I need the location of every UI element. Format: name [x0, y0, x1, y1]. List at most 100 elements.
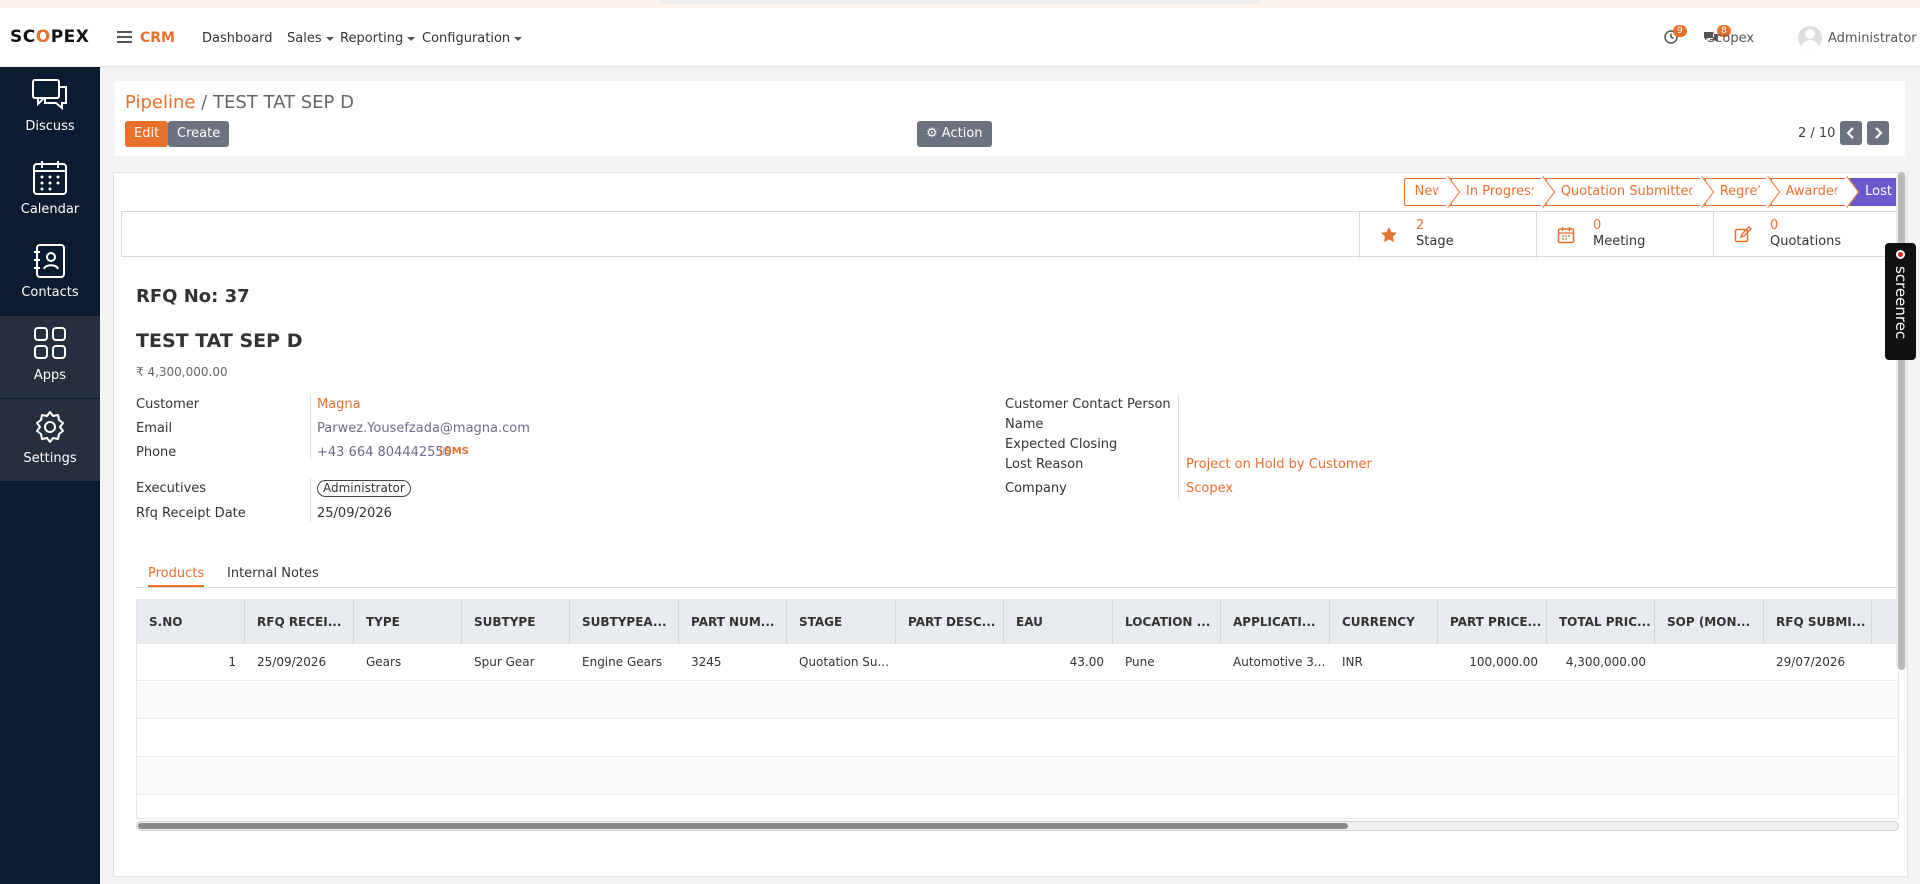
phone-link[interactable]: +43 664 804442550 [317, 445, 452, 460]
expected-revenue: ₹ 4,300,000.00 [136, 365, 228, 379]
table-horizontal-scrollbar[interactable] [136, 821, 1899, 831]
menu-configuration-label: Configuration [422, 31, 511, 46]
cell-currency: INR [1342, 655, 1363, 669]
col-currency[interactable]: CURRENCY [1330, 600, 1438, 644]
lost-reason-value[interactable]: Project on Hold by Customer [1186, 457, 1372, 472]
user-menu[interactable]: Administrator [1828, 31, 1917, 46]
sidebar-label-settings: Settings [23, 451, 77, 466]
edit-button[interactable]: Edit [125, 121, 169, 147]
edit-icon [1734, 226, 1752, 243]
stage-quotation-submitted[interactable]: Quotation Submitted [1545, 178, 1706, 206]
caret-down-icon [325, 36, 334, 41]
col-sop[interactable]: SOP (MON... [1655, 600, 1764, 644]
menu-reporting-label: Reporting [340, 31, 404, 46]
field-separator [310, 395, 311, 459]
pager-next-button[interactable] [1867, 121, 1889, 145]
stage-in-progress[interactable]: In Progress [1451, 178, 1547, 206]
sidebar-item-calendar[interactable]: Calendar [0, 150, 100, 232]
col-total-price[interactable]: TOTAL PRIC... [1547, 600, 1655, 644]
name-label: Name [1005, 417, 1044, 432]
menu-sales[interactable]: Sales [287, 31, 334, 46]
stage-statusbar: New In Progress Quotation Submitted Regr… [1403, 178, 1901, 206]
pager-value[interactable]: 2 / 10 [1798, 126, 1835, 141]
col-part-number[interactable]: PART NUM... [679, 600, 787, 644]
quotations-smart-button[interactable]: 0 Quotations [1713, 212, 1900, 258]
stage-regret[interactable]: Regret [1704, 178, 1772, 206]
email-link[interactable]: Parwez.Yousefzada@magna.com [317, 421, 530, 436]
col-eau[interactable]: EAU [1004, 600, 1113, 644]
stage-smart-button[interactable]: 2 Stage [1359, 212, 1536, 258]
products-table: S.NO RFQ RECEI... TYPE SUBTYPE SUBTYPEA.… [136, 599, 1899, 819]
sidebar-label-calendar: Calendar [20, 202, 80, 217]
scopex-logo[interactable]: SCOPEX [10, 27, 89, 47]
customer-label: Customer [136, 397, 200, 412]
sms-button[interactable]: ▯SMS [439, 446, 469, 457]
col-stage[interactable]: STAGE [787, 600, 896, 644]
cell-application: Automotive 3... [1233, 655, 1326, 669]
logo-text-left: SC [10, 27, 36, 47]
breadcrumb-pipeline-link[interactable]: Pipeline [125, 92, 195, 113]
col-part-price[interactable]: PART PRICE... [1438, 600, 1547, 644]
col-subtype-a[interactable]: SUBTYPEA... [570, 600, 679, 644]
action-button[interactable]: ⚙ Action [917, 121, 992, 147]
col-rfq-submission[interactable]: RFQ SUBMI... [1764, 600, 1872, 644]
stage-awarded[interactable]: Awarded [1770, 178, 1852, 206]
app-name[interactable]: CRM [140, 30, 175, 46]
col-sno[interactable]: S.NO [137, 600, 245, 644]
screenrec-widget[interactable]: screenrec [1885, 243, 1916, 360]
table-row[interactable]: 1 25/09/2026 Gears Spur Gear Engine Gear… [137, 644, 1898, 681]
menu-reporting[interactable]: Reporting [340, 31, 416, 46]
sidebar-item-contacts[interactable]: Contacts [0, 233, 100, 315]
chevron-right-icon [1875, 127, 1883, 139]
create-button[interactable]: Create [168, 121, 230, 147]
phone-label: Phone [136, 445, 177, 460]
activity-button[interactable]: 9 [1664, 25, 1687, 48]
cell-subtype: Spur Gear [474, 655, 535, 669]
col-rfq-receipt[interactable]: RFQ RECEI... [245, 600, 354, 644]
field-separator [310, 478, 311, 522]
col-location[interactable]: LOCATION ... [1113, 600, 1221, 644]
logo-text-o: O [35, 27, 51, 47]
cell-stage: Quotation Su... [799, 655, 889, 669]
breadcrumb-current: TEST TAT SEP D [212, 92, 354, 113]
stage-new[interactable]: New [1403, 178, 1453, 206]
table-header: S.NO RFQ RECEI... TYPE SUBTYPE SUBTYPEA.… [137, 600, 1898, 644]
empty-table-row [137, 758, 1898, 795]
top-notice-strip [0, 0, 1920, 8]
scrollbar-thumb[interactable] [138, 823, 1348, 829]
pager-previous-button[interactable] [1840, 121, 1862, 145]
sidebar-item-apps[interactable]: Apps [0, 316, 100, 398]
col-part-description[interactable]: PART DESC... [896, 600, 1004, 644]
menu-configuration[interactable]: Configuration [422, 31, 523, 46]
customer-link[interactable]: Magna [317, 397, 361, 412]
notice-pill [660, 0, 1260, 4]
menu-dashboard[interactable]: Dashboard [202, 31, 273, 46]
col-type[interactable]: TYPE [354, 600, 462, 644]
rfq-number: RFQ No: 37 [136, 286, 250, 307]
sms-label: SMS [444, 446, 469, 457]
cell-sop [1655, 644, 1764, 681]
cell-part-description [896, 644, 1004, 681]
sidebar-item-discuss[interactable]: Discuss [0, 67, 100, 149]
company-switcher[interactable]: Scopex [1707, 31, 1754, 46]
hamburger-menu-icon[interactable] [117, 31, 132, 43]
star-icon [1381, 227, 1397, 243]
meeting-count: 0 [1593, 218, 1602, 233]
breadcrumb-separator: / [195, 92, 213, 113]
col-subtype[interactable]: SUBTYPE [462, 600, 570, 644]
notebook-tabs: Products Internal Notes [136, 564, 1899, 588]
user-avatar[interactable] [1798, 26, 1822, 50]
quotations-count: 0 [1770, 218, 1779, 233]
executive-tag[interactable]: Administrator [317, 480, 411, 497]
col-application[interactable]: APPLICATI... [1221, 600, 1330, 644]
meeting-smart-button[interactable]: 0 Meeting [1536, 212, 1713, 258]
tab-internal-notes[interactable]: Internal Notes [227, 566, 319, 581]
rfq-receipt-date-value[interactable]: 25/09/2026 [317, 506, 392, 521]
cell-rfq-receipt: 25/09/2026 [257, 655, 327, 669]
stage-count: 2 [1416, 218, 1425, 233]
app-sidebar: Discuss Calendar Contacts Apps Settings [0, 67, 100, 884]
company-value[interactable]: Scopex [1186, 481, 1233, 496]
tab-products[interactable]: Products [148, 566, 205, 587]
contacts-icon [34, 244, 65, 278]
sidebar-item-settings[interactable]: Settings [0, 399, 100, 481]
